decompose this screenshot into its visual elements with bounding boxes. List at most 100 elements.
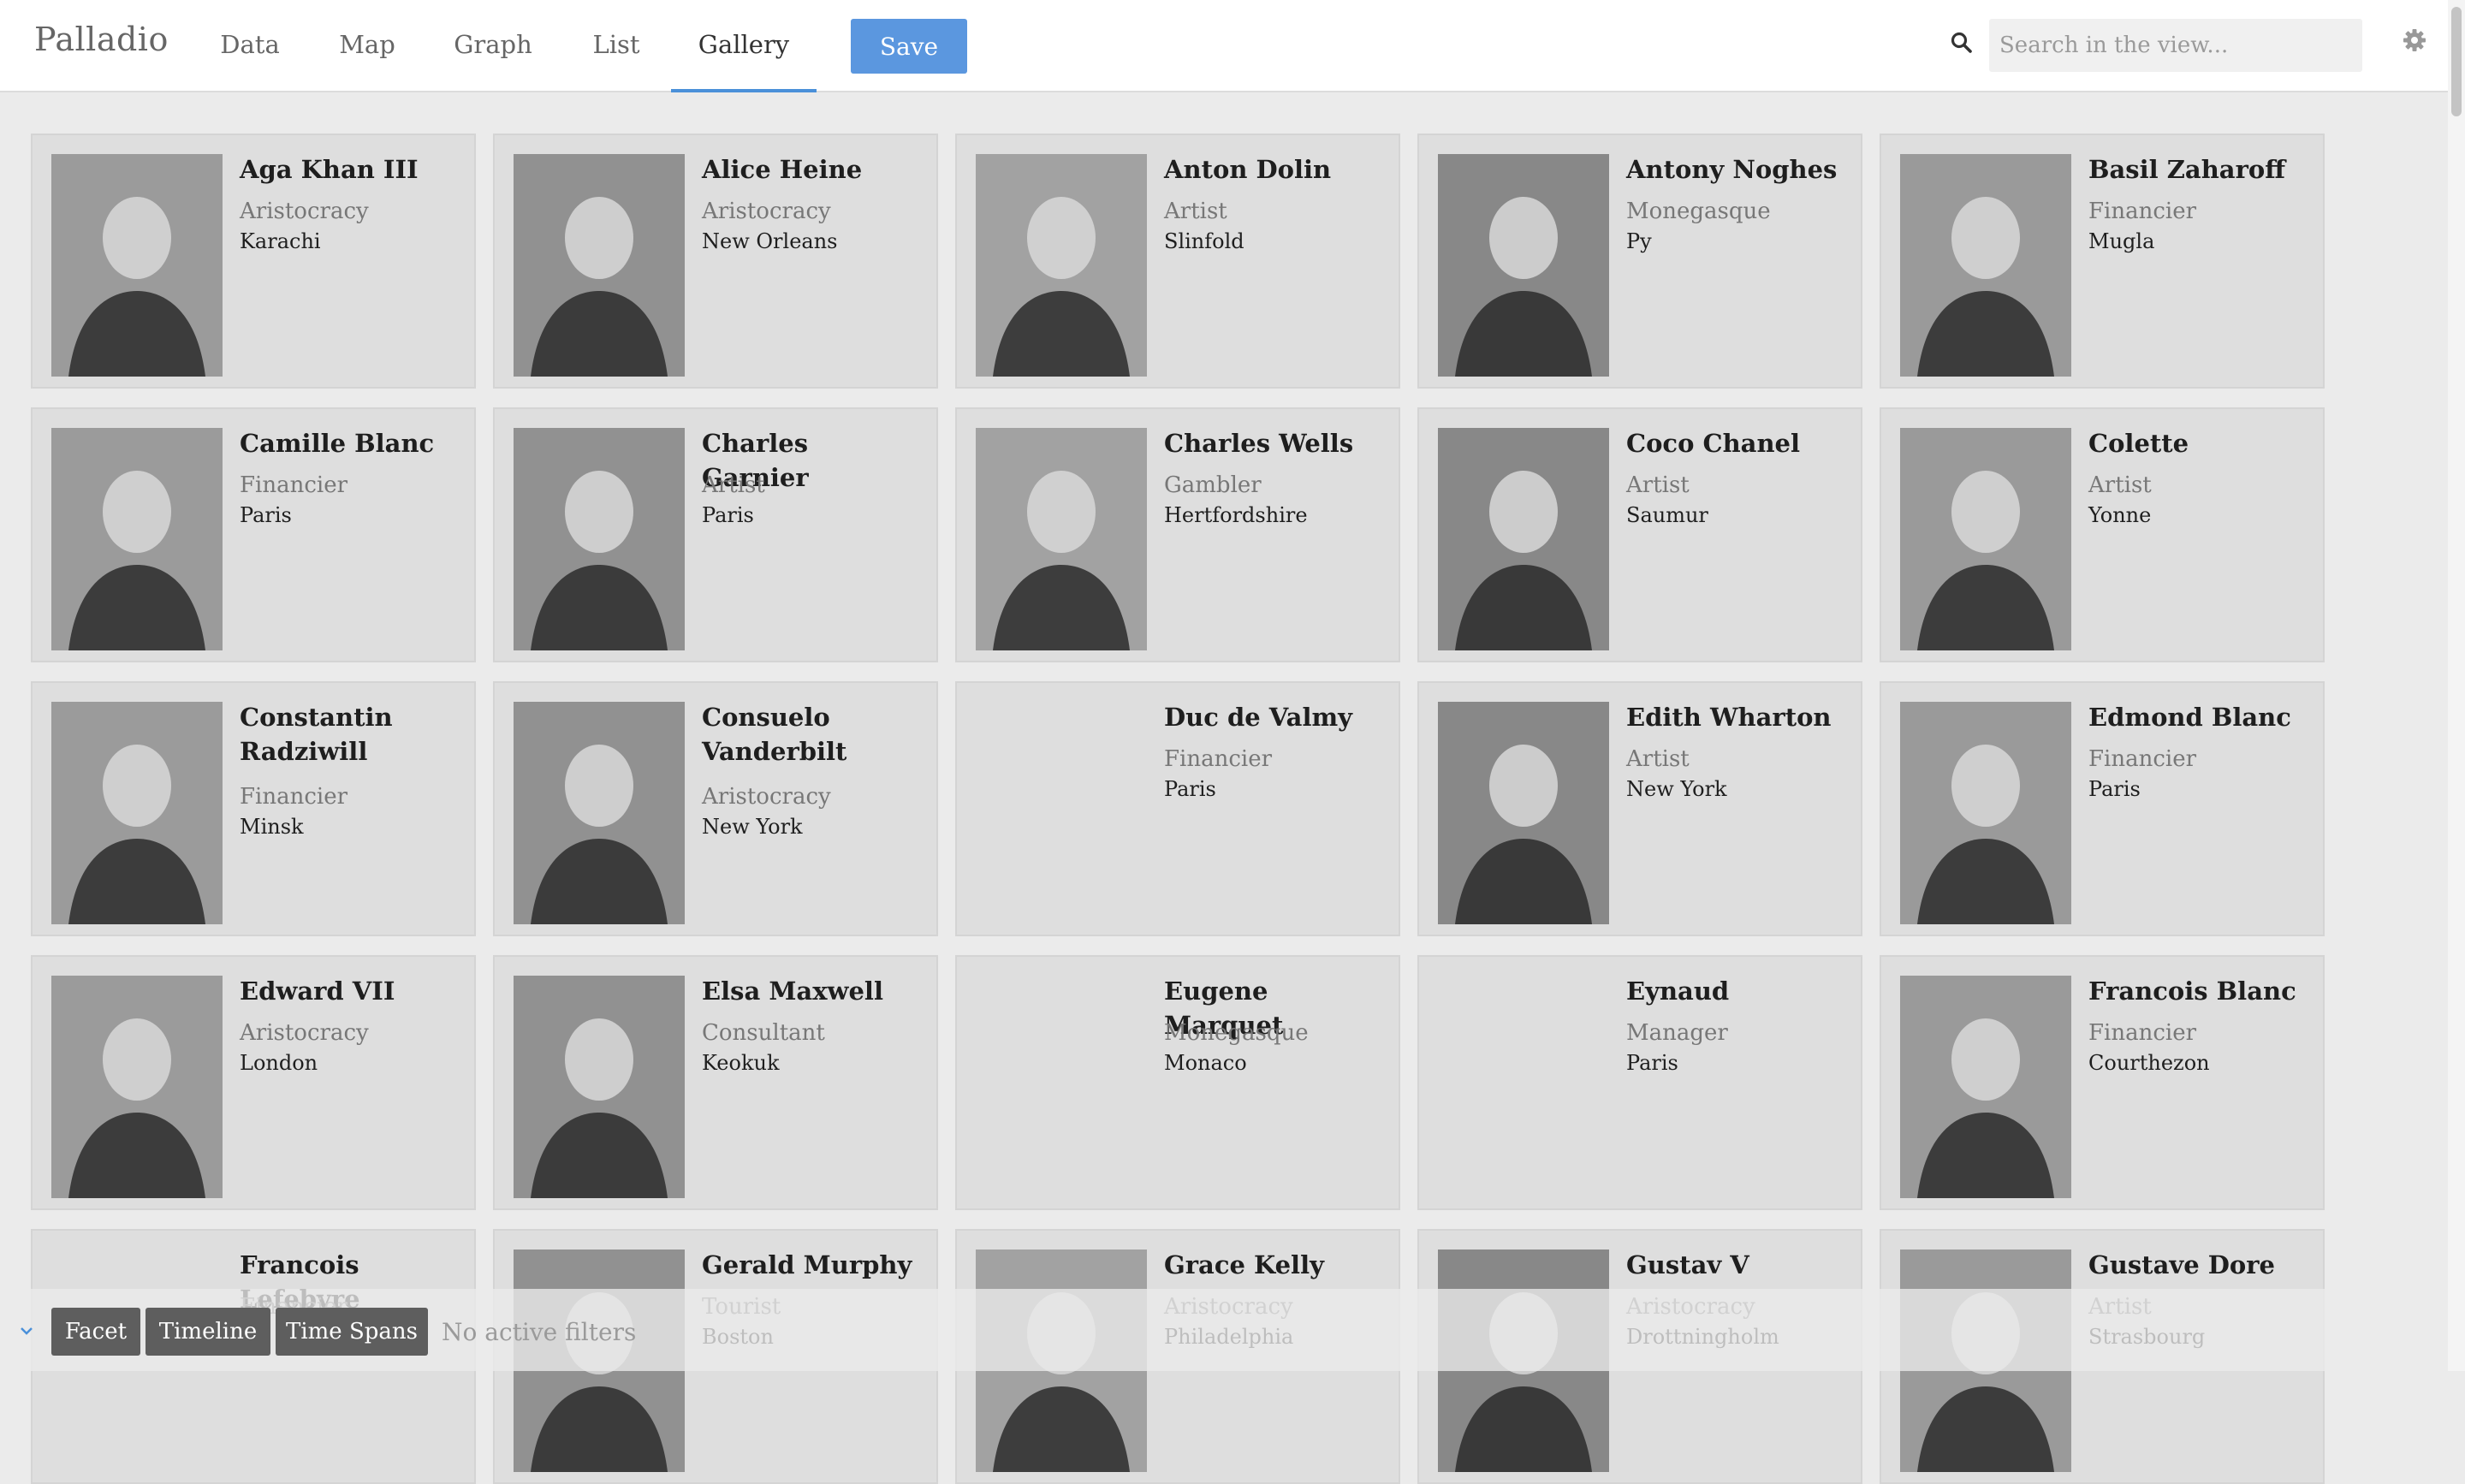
card-place: New Orleans xyxy=(702,229,838,253)
card-occupation: Manager xyxy=(1626,1020,1728,1046)
scrollbar-thumb[interactable] xyxy=(2451,7,2462,116)
card-name: Francois Blanc xyxy=(2088,976,2296,1006)
card-place: Monaco xyxy=(1164,1051,1247,1075)
filter-status: No active filters xyxy=(442,1318,637,1346)
portrait-photo xyxy=(1900,976,2071,1198)
tab-map[interactable]: Map xyxy=(334,0,401,92)
card-occupation: Aristocracy xyxy=(702,784,831,810)
portrait-photo xyxy=(51,154,223,377)
search-input[interactable] xyxy=(1989,19,2362,72)
card-occupation: Financier xyxy=(1164,746,1273,772)
card-name: Camille Blanc xyxy=(240,429,435,458)
gallery-card[interactable]: Elsa Maxwell Consultant Keokuk xyxy=(493,955,938,1210)
card-occupation: Artist xyxy=(702,472,765,498)
app-logo[interactable]: Palladio xyxy=(34,21,169,58)
card-place: Py xyxy=(1626,229,1652,253)
portrait-photo xyxy=(976,428,1147,650)
card-name: Edith Wharton xyxy=(1626,703,1832,732)
card-occupation: Financier xyxy=(2088,1020,2197,1046)
portrait-photo xyxy=(1900,428,2071,650)
card-name: Gerald Murphy xyxy=(702,1250,912,1279)
gallery-card[interactable]: Constantin Radziwill Financier Minsk xyxy=(31,681,476,936)
card-place: Saumur xyxy=(1626,503,1708,527)
gallery-card[interactable]: Antony Noghes Monegasque Py xyxy=(1417,134,1862,389)
card-occupation: Financier xyxy=(240,784,348,810)
gallery-card[interactable]: Duc de Valmy Financier Paris xyxy=(955,681,1400,936)
card-place: Yonne xyxy=(2088,503,2152,527)
search-icon xyxy=(1951,32,1972,53)
gallery-card[interactable]: Basil Zaharoff Financier Mugla xyxy=(1880,134,2325,389)
tab-graph[interactable]: Graph xyxy=(448,0,538,92)
portrait-photo xyxy=(514,702,685,924)
portrait-photo xyxy=(1438,154,1609,377)
gear-icon[interactable] xyxy=(2402,27,2427,53)
time-spans-button[interactable]: Time Spans xyxy=(276,1308,428,1356)
card-occupation: Artist xyxy=(2088,472,2152,498)
card-place: Karachi xyxy=(240,229,321,253)
gallery-card[interactable]: Francois Blanc Financier Courthezon xyxy=(1880,955,2325,1210)
card-name: Gustave Dore xyxy=(2088,1250,2275,1279)
card-occupation: Artist xyxy=(1164,199,1227,224)
gallery-grid: Aga Khan III Aristocracy Karachi Alice Hein… xyxy=(0,92,2448,1484)
card-name: Duc de Valmy xyxy=(1164,703,1352,732)
card-name: Anton Dolin xyxy=(1164,155,1332,184)
card-place: Slinfold xyxy=(1164,229,1244,253)
card-name: Alice Heine xyxy=(702,155,863,184)
portrait-photo xyxy=(51,976,223,1198)
portrait-photo xyxy=(1900,702,2071,924)
card-name: Aga Khan III xyxy=(240,155,419,184)
gallery-card[interactable]: Consuelo Vanderbilt Aristocracy New York xyxy=(493,681,938,936)
portrait-photo xyxy=(514,976,685,1198)
card-place: Mugla xyxy=(2088,229,2155,253)
card-name: Grace Kelly xyxy=(1164,1250,1324,1279)
gallery-card[interactable]: Alice Heine Aristocracy New Orleans xyxy=(493,134,938,389)
card-occupation: Aristocracy xyxy=(702,199,831,224)
card-name: Elsa Maxwell xyxy=(702,976,883,1006)
card-occupation: Financier xyxy=(2088,746,2197,772)
portrait-photo xyxy=(514,428,685,650)
card-name: Constantin Radziwill xyxy=(240,703,393,766)
save-button[interactable]: Save xyxy=(851,19,967,74)
card-occupation: Gambler xyxy=(1164,472,1262,498)
top-navbar: Palladio Data Map Graph List Gallery Sav… xyxy=(0,0,2465,92)
gallery-card[interactable]: Colette Artist Yonne xyxy=(1880,407,2325,662)
vertical-scrollbar[interactable] xyxy=(2448,0,2465,1371)
gallery-card[interactable]: Eugene Marquet Monegasque Monaco xyxy=(955,955,1400,1210)
portrait-photo xyxy=(51,702,223,924)
gallery-card[interactable]: Coco Chanel Artist Saumur xyxy=(1417,407,1862,662)
card-name: Gustav V xyxy=(1626,1250,1749,1279)
facet-button[interactable]: Facet xyxy=(51,1308,140,1356)
gallery-card[interactable]: Edmond Blanc Financier Paris xyxy=(1880,681,2325,936)
gallery-card[interactable]: Edward VII Aristocracy London xyxy=(31,955,476,1210)
card-name: Eynaud xyxy=(1626,976,1730,1006)
card-place: Courthezon xyxy=(2088,1051,2210,1075)
gallery-card[interactable]: Charles Wells Gambler Hertfordshire xyxy=(955,407,1400,662)
card-name: Charles Wells xyxy=(1164,429,1354,458)
card-occupation: Financier xyxy=(240,472,348,498)
gallery-card[interactable]: Anton Dolin Artist Slinfold xyxy=(955,134,1400,389)
portrait-photo xyxy=(1438,702,1609,924)
card-place: Paris xyxy=(2088,777,2141,801)
card-occupation: Consultant xyxy=(702,1020,825,1046)
gallery-card[interactable]: Aga Khan III Aristocracy Karachi xyxy=(31,134,476,389)
card-place: Minsk xyxy=(240,815,304,839)
card-name: Consuelo Vanderbilt xyxy=(702,703,847,766)
card-place: Paris xyxy=(240,503,292,527)
filter-bar: Facet Timeline Time Spans No active filt… xyxy=(0,1289,2448,1371)
card-occupation: Artist xyxy=(1626,472,1690,498)
card-name: Antony Noghes xyxy=(1626,155,1838,184)
card-name: Colette xyxy=(2088,429,2189,458)
card-place: New York xyxy=(1626,777,1727,801)
card-place: London xyxy=(240,1051,318,1075)
tab-gallery[interactable]: Gallery xyxy=(671,0,817,92)
gallery-card[interactable]: Charles Garnier Artist Paris xyxy=(493,407,938,662)
card-occupation: Artist xyxy=(1626,746,1690,772)
gallery-card[interactable]: Camille Blanc Financier Paris xyxy=(31,407,476,662)
gallery-card[interactable]: Edith Wharton Artist New York xyxy=(1417,681,1862,936)
tab-list[interactable]: List xyxy=(585,0,647,92)
chevron-down-icon[interactable] xyxy=(17,1321,36,1340)
card-place: Paris xyxy=(1626,1051,1678,1075)
timeline-button[interactable]: Timeline xyxy=(146,1308,270,1356)
tab-data[interactable]: Data xyxy=(214,0,286,92)
gallery-card[interactable]: Eynaud Manager Paris xyxy=(1417,955,1862,1210)
